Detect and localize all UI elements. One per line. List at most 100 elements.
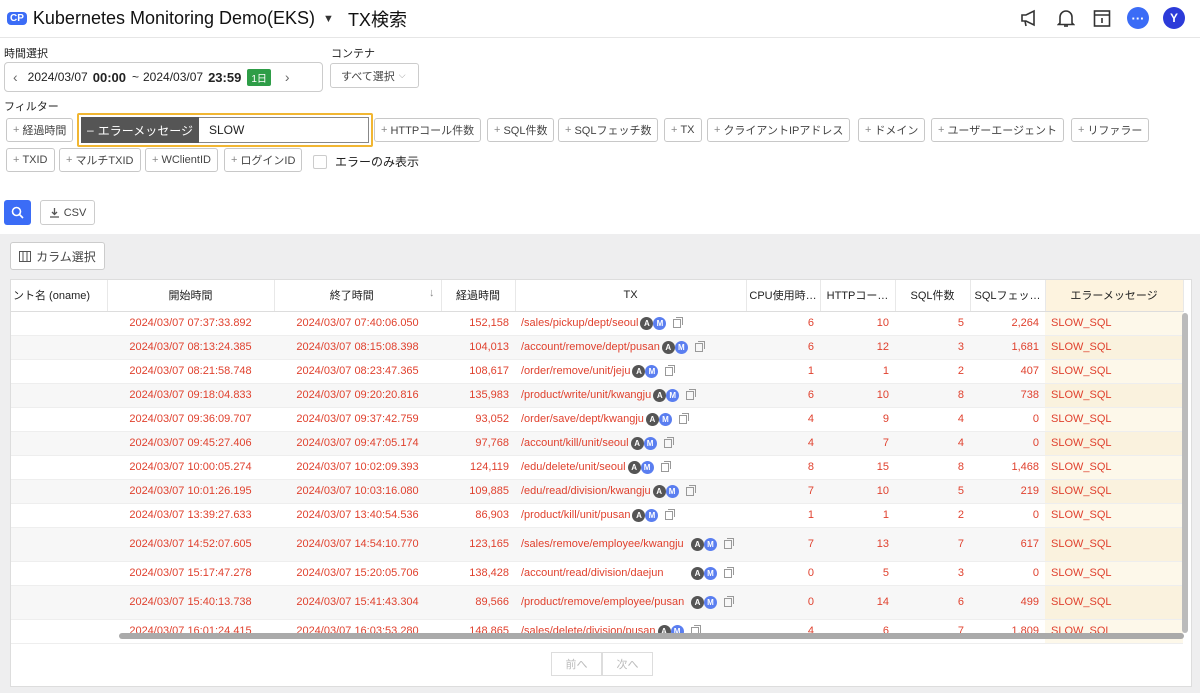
agent-a-icon[interactable]: A [652,484,666,498]
tx-cell[interactable]: /order/save/dept/kwangju A M [515,407,746,432]
tx-link[interactable]: /edu/delete/unit/seoul [521,461,626,473]
tx-link[interactable]: /sales/remove/employee/kwangju [521,537,689,551]
copy-icon[interactable] [724,566,734,578]
table-row[interactable]: 2024/03/07 14:52:07.605 2024/03/07 14:54:… [11,527,1183,562]
filter-chip-login-id[interactable]: + ログインID [224,148,303,172]
tx-link[interactable]: /product/remove/employee/pusan [521,595,689,609]
col-header-tx[interactable]: TX [515,280,747,312]
table-row[interactable]: 2024/03/07 15:40:13.738 2024/03/07 15:41:… [11,585,1183,620]
col-header-cpu[interactable]: CPU使用時… [746,280,821,312]
tx-link[interactable]: /product/write/unit/kwangju [521,389,651,401]
app-title[interactable]: Kubernetes Monitoring Demo(EKS) [33,8,315,29]
copy-icon[interactable] [686,388,697,400]
tx-cell[interactable]: /sales/delete/division/pusan A M [515,619,746,644]
tx-cell[interactable]: /account/kill/unit/seoul A M [515,431,746,456]
search-button[interactable] [4,200,31,225]
tx-cell[interactable]: /product/kill/unit/pusan A M [515,503,746,528]
tx-link[interactable]: /order/save/dept/kwangju [521,413,644,425]
copy-icon[interactable] [665,508,676,520]
table-row[interactable]: 2024/03/07 16:01:24.415 2024/03/07 16:03:… [11,619,1183,644]
tx-cell[interactable]: /account/remove/dept/pusan A M [515,335,746,360]
tx-cell[interactable]: /account/read/division/daejun A M [515,561,746,586]
copy-icon[interactable] [678,412,689,424]
active-filter-error-message[interactable]: – エラーメッセージ SLOW [77,113,373,147]
filter-chip-wclientid[interactable]: + WClientID [145,148,218,172]
agent-m-icon[interactable]: M [645,364,659,378]
filter-chip-sql-fetch[interactable]: + SQLフェッチ数 [558,118,659,142]
megaphone-icon[interactable] [1018,6,1042,30]
col-header-error-message[interactable]: エラーメッセージ [1045,280,1184,312]
agent-a-icon[interactable]: A [632,364,646,378]
tx-link[interactable]: /edu/read/division/kwangju [521,485,651,497]
col-header-sql-fetch[interactable]: SQLフェッ… [970,280,1046,312]
copy-icon[interactable] [663,436,674,448]
agent-a-icon[interactable]: A [640,316,654,330]
agent-a-icon[interactable]: A [627,460,641,474]
tx-cell[interactable]: /sales/remove/employee/kwangju A M [515,527,746,562]
col-header-sql-count[interactable]: SQL件数 [895,280,971,312]
filter-chip-multi-txid[interactable]: + マルチTXID [59,148,141,172]
copy-icon[interactable] [660,460,671,472]
agent-a-icon[interactable]: A [645,412,659,426]
tx-cell[interactable]: /edu/read/division/kwangju A M [515,479,746,504]
agent-a-icon[interactable]: A [691,566,704,580]
agent-m-icon[interactable]: M [704,566,717,580]
user-avatar[interactable]: Y [1162,6,1186,30]
tx-link[interactable]: /order/remove/unit/jeju [521,365,630,377]
copy-icon[interactable] [685,484,696,496]
filter-chip-referrer[interactable]: + リファラー [1071,118,1150,142]
caret-down-icon[interactable]: ▼ [323,13,334,25]
agent-m-icon[interactable]: M [640,460,654,474]
col-header-start-time[interactable]: 開始時間 [107,280,275,312]
active-filter-label[interactable]: – エラーメッセージ [81,117,199,143]
table-row[interactable]: 2024/03/07 15:17:47.278 2024/03/07 15:20:… [11,561,1183,586]
agent-m-icon[interactable]: M [704,595,717,609]
table-row[interactable]: 2024/03/07 09:18:04.833 2024/03/07 09:20:… [11,383,1183,408]
error-only-checkbox[interactable] [313,154,327,169]
tx-cell[interactable]: /order/remove/unit/jeju A M [515,359,746,384]
chevron-right-icon[interactable]: › [285,69,290,85]
filter-chip-client-ip[interactable]: + クライアントIPアドレス [707,118,851,142]
error-message-filter-input[interactable]: SLOW [198,117,369,143]
horizontal-scrollbar[interactable] [119,633,1184,639]
agent-m-icon[interactable]: M [665,484,679,498]
copy-icon[interactable] [724,537,734,549]
agent-m-icon[interactable]: M [643,436,657,450]
tx-link[interactable]: /account/kill/unit/seoul [521,437,629,449]
col-header-end-time[interactable]: 終了時間 ↓ [274,280,442,312]
chevron-left-icon[interactable]: ‹ [13,69,18,85]
prev-page-button[interactable]: 前へ [551,652,602,676]
agent-m-icon[interactable]: M [704,537,717,551]
calendar-icon[interactable] [1090,6,1114,30]
tx-link[interactable]: /sales/pickup/dept/seoul [521,317,638,329]
filter-chip-tx[interactable]: + TX [664,118,702,142]
tx-cell[interactable]: /edu/delete/unit/seoul A M [515,455,746,480]
filter-chip-txid[interactable]: + TXID [6,148,55,172]
chat-icon[interactable]: ··· [1126,6,1150,30]
time-range-picker[interactable]: ‹ 2024/03/07 00:00 ~ 2024/03/07 23:59 1日… [4,62,323,92]
agent-m-icon[interactable]: M [666,388,680,402]
agent-m-icon[interactable]: M [674,340,688,354]
vertical-scrollbar[interactable] [1182,313,1188,633]
filter-chip-elapsed[interactable]: + 経過時間 [6,118,74,142]
agent-a-icon[interactable]: A [630,436,644,450]
table-row[interactable]: 2024/03/07 08:13:24.385 2024/03/07 08:15:… [11,335,1183,360]
filter-chip-http-calls[interactable]: + HTTPコール件数 [374,118,482,142]
tx-link[interactable]: /account/read/division/daejun [521,566,689,580]
copy-icon[interactable] [694,340,705,352]
table-row[interactable]: 2024/03/07 09:45:27.406 2024/03/07 09:47:… [11,431,1183,456]
agent-a-icon[interactable]: A [691,595,704,609]
table-row[interactable]: 2024/03/07 10:00:05.274 2024/03/07 10:02:… [11,455,1183,480]
agent-a-icon[interactable]: A [661,340,675,354]
agent-m-icon[interactable]: M [658,412,672,426]
copy-icon[interactable] [665,364,676,376]
col-header-elapsed[interactable]: 経過時間 [441,280,516,312]
col-header-oname[interactable]: ント名 (oname) [11,280,108,312]
error-only-toggle[interactable]: エラーのみ表示 [313,153,419,170]
container-select[interactable]: すべて選択 ⌵ [330,63,419,88]
csv-download-button[interactable]: CSV [40,200,95,225]
tx-cell[interactable]: /product/write/unit/kwangju A M [515,383,746,408]
table-row[interactable]: 2024/03/07 10:01:26.195 2024/03/07 10:03:… [11,479,1183,504]
agent-a-icon[interactable]: A [632,508,646,522]
table-row[interactable]: 2024/03/07 07:37:33.892 2024/03/07 07:40:… [11,311,1183,336]
